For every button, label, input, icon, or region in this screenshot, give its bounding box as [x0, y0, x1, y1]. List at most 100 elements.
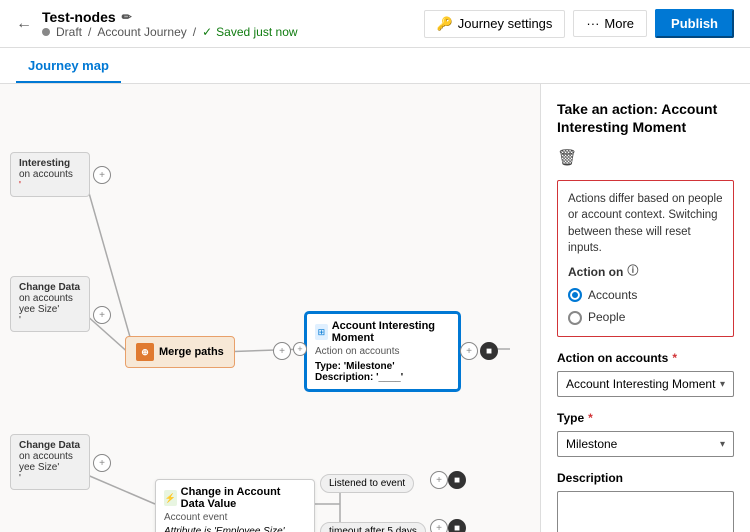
header-right: 🔑 Journey settings ··· More Publish [424, 9, 734, 38]
type-required-mark: * [588, 411, 593, 425]
aim-node-sub: Action on accounts [315, 346, 450, 357]
warning-text: Actions differ based on people or accoun… [568, 193, 723, 253]
connector-end-aim[interactable]: ■ [480, 342, 498, 360]
radio-accounts[interactable]: Accounts [568, 287, 723, 304]
cd1-val2: ' [19, 315, 81, 326]
connector-merge[interactable]: + [273, 342, 291, 360]
type-chevron-icon: ▾ [720, 439, 725, 450]
description-input[interactable] [557, 491, 734, 532]
saved-badge: ✓ Saved just now [202, 25, 297, 39]
cd1-val1: yee Size' [19, 304, 81, 315]
connector-listened-end[interactable]: ■ [448, 471, 466, 489]
connector-cd2[interactable]: + [93, 454, 111, 472]
radio-accounts-dot [568, 288, 582, 302]
interesting-val: ' [19, 180, 81, 191]
breadcrumb-sep2: / [193, 25, 196, 39]
connector-pre-aim[interactable]: + [293, 342, 307, 356]
action-on-accounts-select[interactable]: Account Interesting Moment ▾ [557, 371, 734, 397]
canvas[interactable]: Interesting on accounts ' + Change Data … [0, 84, 540, 532]
required-mark: * [672, 351, 677, 365]
radio-accounts-label: Accounts [588, 287, 637, 304]
merge-node[interactable]: ⊕ Merge paths [125, 336, 235, 368]
interesting-node[interactable]: Interesting on accounts ' [10, 152, 90, 197]
type-group: Type * Milestone ▾ [557, 411, 734, 457]
radio-people-dot [568, 311, 582, 325]
breadcrumb: Draft / Account Journey / ✓ Saved just n… [42, 25, 298, 39]
header-left: ← Test-nodes ✏ Draft / Account Journey /… [16, 9, 298, 39]
cd1-sub: on accounts [19, 293, 81, 304]
cd2-val2: ' [19, 473, 81, 484]
draft-dot [42, 28, 50, 36]
connector-post-aim[interactable]: + [460, 342, 478, 360]
change-data-1-node[interactable]: Change Data on accounts yee Size' ' [10, 276, 90, 332]
warning-box: Actions differ based on people or accoun… [557, 180, 734, 337]
merge-label: Merge paths [159, 346, 224, 358]
cd2-sub: on accounts [19, 451, 81, 462]
connector-interesting[interactable]: + [93, 166, 111, 184]
aim-node[interactable]: ⊞ Account Interesting Moment Action on a… [305, 312, 460, 391]
description-label: Description [557, 471, 734, 485]
journey-label: Account Journey [97, 25, 186, 39]
change-account-title: Change in Account Data Value [181, 486, 306, 510]
tab-bar: Journey map [0, 48, 750, 84]
chevron-down-icon: ▾ [720, 379, 725, 390]
more-label: More [604, 16, 634, 31]
page-title: Test-nodes [42, 9, 116, 25]
delete-icon[interactable]: 🗑 [557, 148, 734, 168]
aim-desc: Description: '____' [315, 372, 450, 383]
title-area: Test-nodes ✏ Draft / Account Journey / ✓… [42, 9, 298, 39]
type-value: Milestone [566, 437, 617, 451]
aim-node-icon: ⊞ [315, 324, 328, 340]
change-account-attr: Attribute is 'Employee Size' [164, 526, 306, 532]
breadcrumb-sep: / [88, 25, 91, 39]
connector-listened[interactable]: + [430, 471, 448, 489]
aim-type: Type: 'Milestone' [315, 361, 450, 372]
edit-icon[interactable]: ✏ [122, 10, 132, 24]
radio-people[interactable]: People [568, 309, 723, 326]
main: Interesting on accounts ' + Change Data … [0, 84, 750, 532]
action-on-accounts-value: Account Interesting Moment [566, 377, 715, 391]
radio-group: Accounts People [568, 287, 723, 327]
connector-cd1[interactable]: + [93, 306, 111, 324]
back-button[interactable]: ← [16, 15, 32, 33]
radio-people-label: People [588, 309, 625, 326]
merge-icon: ⊕ [136, 343, 154, 361]
journey-settings-button[interactable]: 🔑 Journey settings [424, 10, 566, 38]
action-on-label: Action on ⓘ [568, 264, 723, 281]
change-account-icon: ⚡ [164, 490, 177, 506]
aim-node-header: ⊞ Account Interesting Moment [315, 320, 450, 344]
connector-timeout[interactable]: + [430, 519, 448, 532]
interesting-sub: on accounts [19, 169, 81, 180]
tab-journey-map[interactable]: Journey map [16, 50, 121, 83]
header: ← Test-nodes ✏ Draft / Account Journey /… [0, 0, 750, 48]
listened-event-label: Listened to event [320, 474, 414, 493]
dots-icon: ··· [586, 16, 599, 31]
interesting-title: Interesting [19, 158, 81, 169]
action-on-accounts-group: Action on accounts * Account Interesting… [557, 351, 734, 397]
check-icon: ✓ [202, 25, 212, 39]
change-account-header: ⚡ Change in Account Data Value [164, 486, 306, 510]
journey-settings-label: Journey settings [458, 16, 553, 31]
cd1-title: Change Data [19, 282, 81, 293]
draft-label: Draft [56, 25, 82, 39]
action-on-accounts-label: Action on accounts * [557, 351, 734, 365]
info-icon: ⓘ [627, 264, 638, 279]
type-select[interactable]: Milestone ▾ [557, 431, 734, 457]
description-group: Description Description is recommended f… [557, 471, 734, 532]
key-icon: 🔑 [437, 16, 453, 32]
title-row: Test-nodes ✏ [42, 9, 298, 25]
publish-button[interactable]: Publish [655, 9, 734, 38]
side-panel: Take an action: Account Interesting Mome… [540, 84, 750, 532]
type-label: Type * [557, 411, 734, 425]
connector-timeout-end[interactable]: ■ [448, 519, 466, 532]
change-data-2-node[interactable]: Change Data on accounts yee Size' ' [10, 434, 90, 490]
aim-node-title: Account Interesting Moment [332, 320, 450, 344]
timeout-label: timeout after 5 days [320, 522, 426, 532]
more-button[interactable]: ··· More [573, 10, 647, 37]
cd2-title: Change Data [19, 440, 81, 451]
panel-title: Take an action: Account Interesting Mome… [557, 100, 734, 136]
change-account-sub: Account event [164, 512, 306, 523]
cd2-val1: yee Size' [19, 462, 81, 473]
change-account-node[interactable]: ⚡ Change in Account Data Value Account e… [155, 479, 315, 532]
saved-label: Saved just now [216, 25, 297, 39]
